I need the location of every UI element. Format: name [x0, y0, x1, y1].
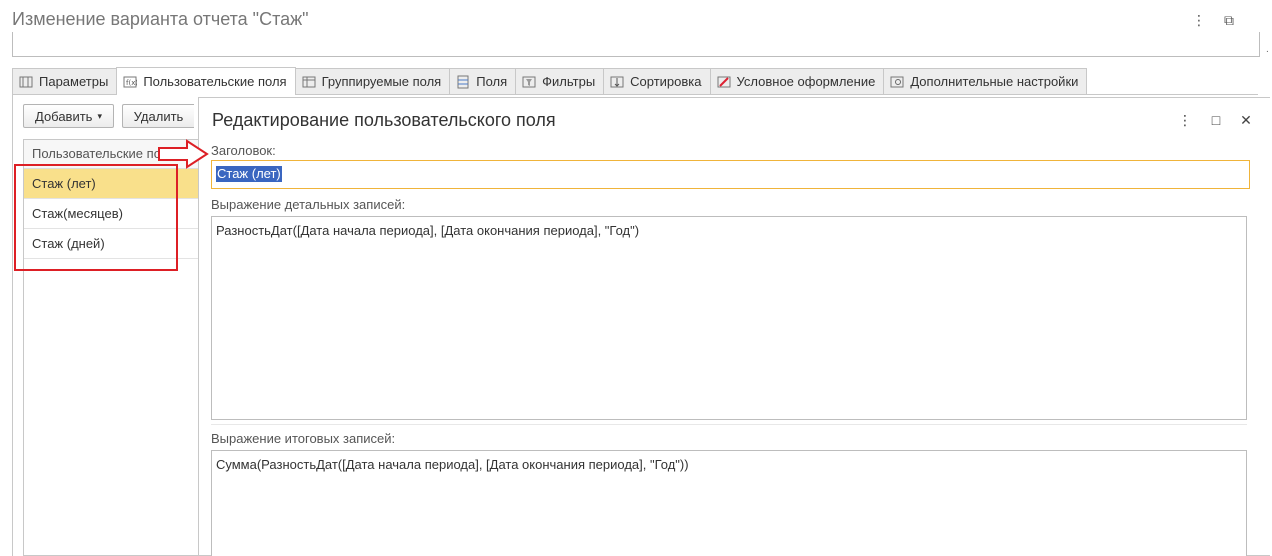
- tab-label: Условное оформление: [736, 74, 876, 89]
- dialog-close-button[interactable]: ✕: [1238, 112, 1254, 128]
- custom-fields-icon: f(x): [123, 76, 137, 87]
- total-expression-input[interactable]: Сумма(РазностьДат([Дата начала периода],…: [211, 450, 1247, 556]
- caption-input[interactable]: Стаж (лет): [211, 160, 1250, 189]
- conditional-format-icon: [717, 76, 731, 87]
- restore-window-button[interactable]: ⧉: [1221, 12, 1237, 28]
- detail-expression-input[interactable]: РазностьДат([Дата начала периода], [Дата…: [211, 216, 1247, 420]
- total-expression-label: Выражение итоговых записей:: [211, 431, 396, 446]
- detail-expression-label: Выражение детальных записей:: [211, 197, 406, 212]
- dialog-title: Редактирование пользовательского поля: [212, 110, 556, 130]
- tab-fields[interactable]: Поля: [449, 68, 517, 94]
- tab-additional-settings[interactable]: Дополнительные настройки: [883, 68, 1088, 94]
- tab-bar: Параметры f(x) Пользовательские поля Гру…: [12, 67, 1088, 95]
- tab-label: Поля: [476, 74, 508, 89]
- variant-name-field[interactable]: [12, 32, 1260, 57]
- caption-value: Стаж (лет): [216, 166, 282, 182]
- annotation-highlight-box: [14, 164, 178, 271]
- sort-icon: [610, 76, 624, 87]
- tab-label: Фильтры: [542, 74, 596, 89]
- parameters-icon: [19, 76, 33, 87]
- group-fields-icon: [302, 76, 316, 87]
- caption-label: Заголовок:: [211, 143, 276, 158]
- tab-filters[interactable]: Фильтры: [515, 68, 605, 94]
- svg-text:f(x): f(x): [126, 79, 137, 87]
- settings-icon: [890, 76, 904, 87]
- dialog-maximize-button[interactable]: □: [1208, 112, 1224, 128]
- tab-sort[interactable]: Сортировка: [603, 68, 711, 94]
- dialog-more-button[interactable]: ⋮: [1177, 112, 1193, 128]
- tab-label: Дополнительные настройки: [910, 74, 1079, 89]
- chevron-down-icon: ▾: [97, 110, 102, 121]
- filter-icon: [522, 76, 536, 87]
- tab-group-fields[interactable]: Группируемые поля: [294, 68, 451, 94]
- more-actions-button[interactable]: ⋮: [1191, 12, 1207, 28]
- tab-custom-fields[interactable]: f(x) Пользовательские поля: [116, 67, 296, 95]
- window-title: Изменение варианта отчета "Стаж": [12, 9, 309, 29]
- add-button-label: Добавить: [35, 108, 93, 124]
- panel-border: [12, 94, 13, 556]
- tab-label: Группируемые поля: [321, 74, 442, 89]
- tab-label: Параметры: [39, 74, 109, 89]
- resize-dot: .: [1266, 44, 1269, 55]
- delete-button-label: Удалить: [133, 108, 184, 124]
- arrow-right-icon: [158, 139, 209, 169]
- tab-label: Пользовательские поля: [143, 74, 287, 89]
- tab-conditional-format[interactable]: Условное оформление: [709, 68, 885, 94]
- tab-parameters[interactable]: Параметры: [12, 68, 118, 94]
- add-button[interactable]: Добавить ▾: [23, 104, 114, 128]
- fields-icon: [457, 75, 469, 88]
- tab-label: Сортировка: [630, 74, 702, 89]
- separator: [211, 424, 1247, 425]
- delete-button[interactable]: Удалить: [122, 104, 194, 128]
